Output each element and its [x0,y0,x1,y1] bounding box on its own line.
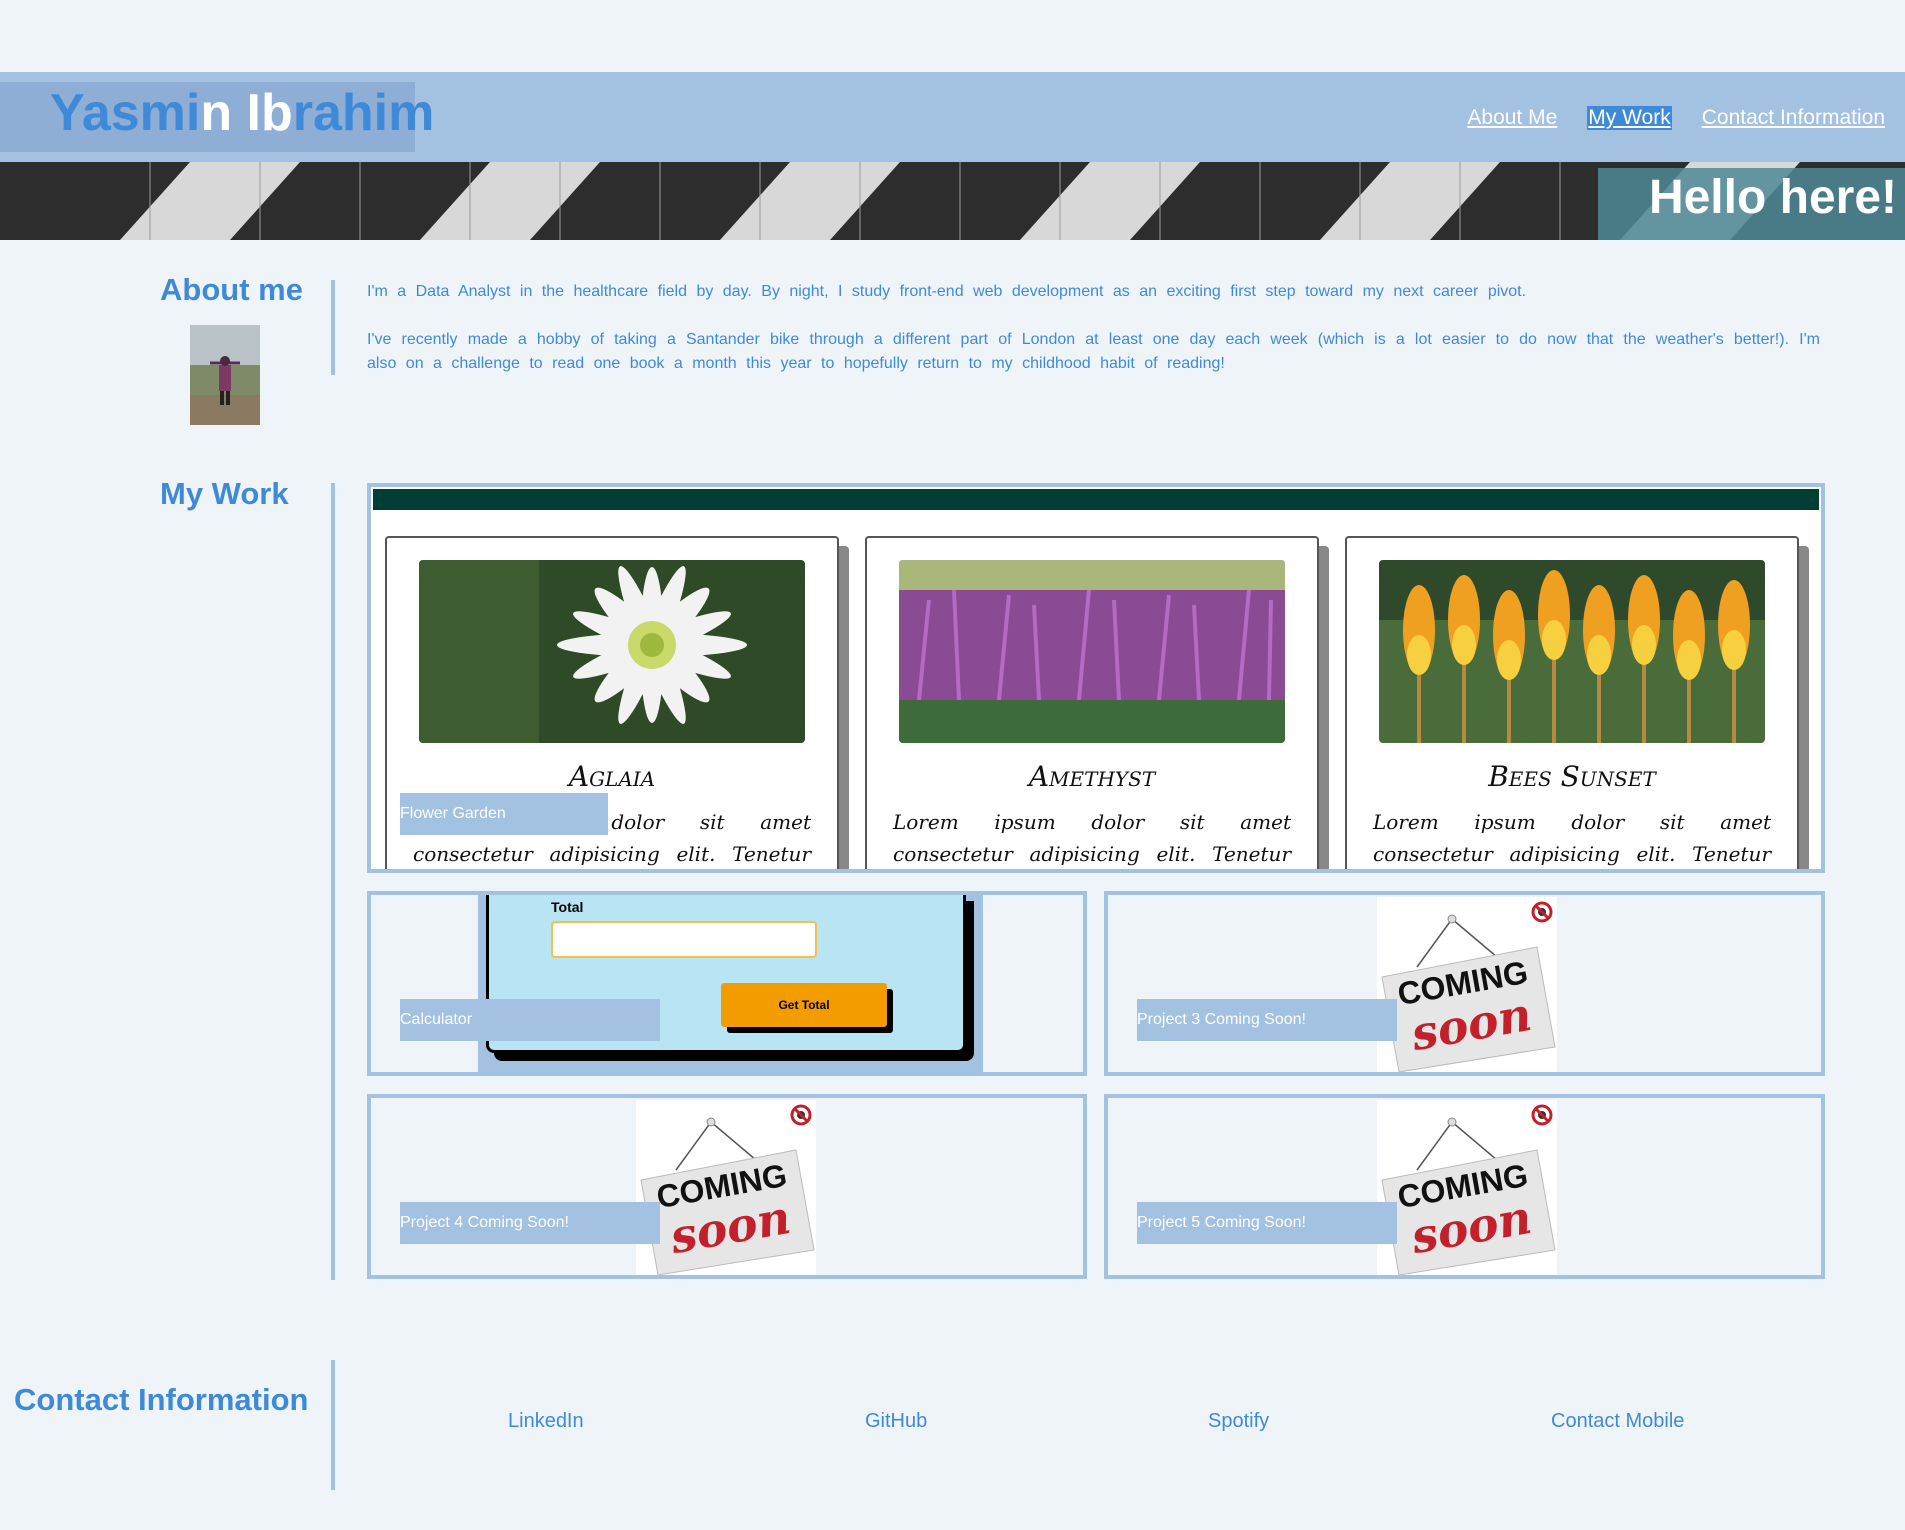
project-calculator[interactable]: Total Get Total Calculator [367,891,1087,1076]
linkedin-link[interactable]: LinkedIn [508,1410,584,1433]
fence-banner-image [0,162,1905,240]
work-divider [331,483,335,1280]
logo-text-a: Yasmi [50,84,201,142]
about-text: I'm a Data Analyst in the healthcare fie… [367,280,1820,376]
calculator-preview: Total Get Total [478,895,983,1072]
main-nav: About Me My Work Contact Information [1467,106,1885,130]
get-total-button[interactable]: Get Total [721,983,887,1027]
profile-photo [190,325,260,425]
no-virus-icon [1531,901,1553,923]
nav-about-me[interactable]: About Me [1467,106,1557,130]
project-5[interactable]: COMING SOON Project 5 Coming Soon! [1104,1094,1825,1279]
coming-soon-image: COMING SOON [636,1100,816,1275]
about-divider [331,280,335,375]
hero-banner [0,162,1905,240]
project-flower-garden[interactable]: Aglaia Lorem ipsum dolor sit amet consec… [367,483,1825,873]
github-link[interactable]: GitHub [865,1410,927,1433]
flower-photo-amethyst [899,560,1285,743]
nav-my-work[interactable]: My Work [1587,106,1672,130]
site-logo[interactable]: Yasmin Ibrahim [50,82,434,144]
flower-description: Lorem ipsum dolor sit amet consectetur a… [1373,810,1771,866]
contact-title: Contact Information [14,1382,309,1417]
calculator-total-label: Total [551,899,584,915]
project-label-4[interactable]: Project 4 Coming Soon! [400,1202,660,1244]
no-virus-icon [790,1104,812,1126]
flower-name: Amethyst [1028,760,1156,793]
coming-soon-image: COMING SOON [1377,897,1557,1072]
project-4[interactable]: COMING SOON Project 4 Coming Soon! [367,1094,1087,1279]
flower-photo-bees-sunset [1379,560,1765,743]
flower-name: Aglaia [568,760,656,793]
about-title: About me [160,272,303,307]
flower-card: Amethyst Lorem ipsum dolor sit amet cons… [865,536,1319,869]
project-label-flower-garden[interactable]: Flower Garden [400,793,608,835]
logo-text-c: rahim [292,84,435,142]
flower-description: Lorem ipsum dolor sit amet consectetur a… [893,810,1291,866]
spotify-link[interactable]: Spotify [1208,1410,1269,1433]
coming-soon-image: COMING SOON [1377,1100,1557,1275]
about-paragraph-1: I'm a Data Analyst in the healthcare fie… [367,283,1527,300]
flower-name: Bees Sunset [1488,760,1656,793]
banner-greeting: Hello here! [1648,171,1897,224]
logo-text-b: n Ib [200,84,293,142]
project-label-calculator[interactable]: Calculator [400,999,660,1041]
work-title: My Work [160,476,289,511]
flower-card: Bees Sunset Lorem ipsum dolor sit amet c… [1345,536,1799,869]
contact-divider [331,1360,335,1490]
about-paragraph-2: I've recently made a hobby of taking a S… [367,331,1820,372]
calculator-total-input[interactable] [551,921,817,958]
no-virus-icon [1531,1104,1553,1126]
project-label-5[interactable]: Project 5 Coming Soon! [1137,1202,1397,1244]
project-label-3[interactable]: Project 3 Coming Soon! [1137,999,1397,1041]
flower-photo-aglaia [419,560,805,743]
project-3[interactable]: COMING SOON Project 3 Coming Soon! [1104,891,1825,1076]
nav-contact-information[interactable]: Contact Information [1702,106,1885,130]
garden-header-bar [371,487,1821,512]
contact-mobile-link[interactable]: Contact Mobile [1551,1410,1684,1433]
